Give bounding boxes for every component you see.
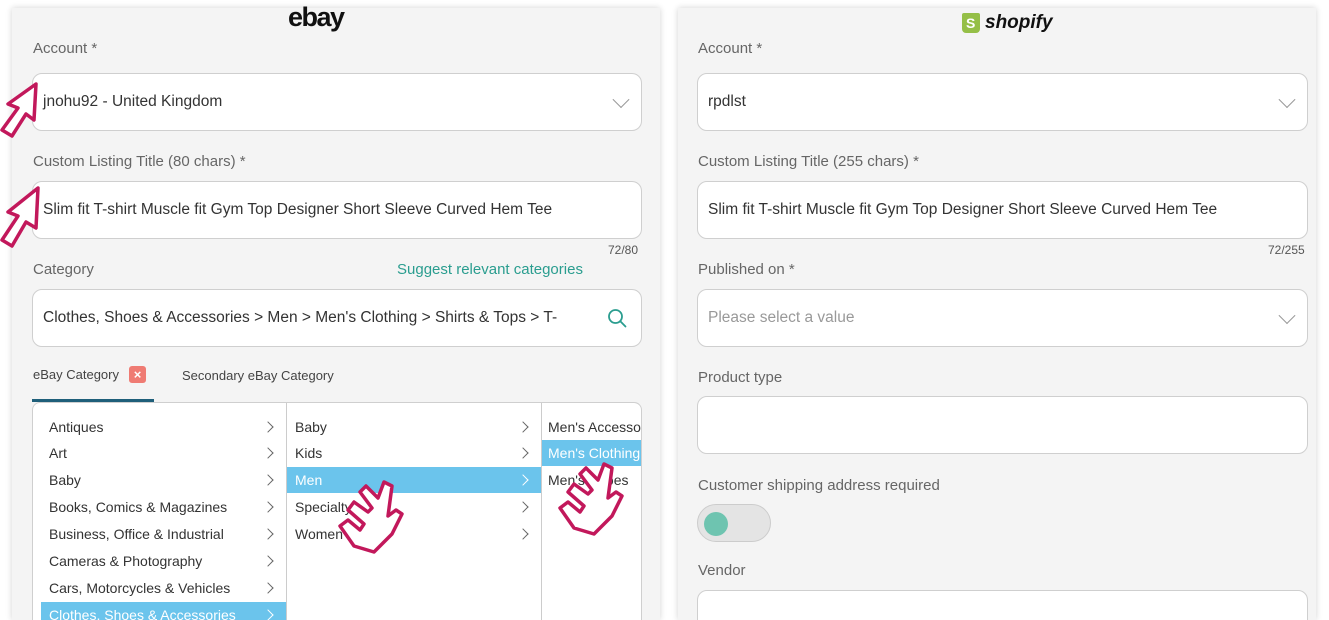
- chevron-right-icon: [517, 501, 529, 513]
- chevron-right-icon: [262, 528, 274, 540]
- ebay-account-value: jnohu92 - United Kingdom: [43, 93, 223, 110]
- shopify-account-label: Account *: [698, 40, 763, 57]
- chevron-right-icon: [517, 447, 529, 459]
- toggle-knob: [704, 512, 728, 536]
- close-icon[interactable]: ×: [129, 366, 146, 383]
- ebay-category-label: Category: [33, 261, 94, 278]
- published-on-placeholder: Please select a value: [708, 309, 855, 326]
- pointer-hand-icon: [558, 462, 624, 536]
- chevron-right-icon: [517, 474, 529, 486]
- chevron-right-icon: [262, 474, 274, 486]
- category-item-selected[interactable]: Clothes, Shoes & Accessories: [41, 602, 286, 620]
- category-item[interactable]: Men's Accessories: [542, 414, 641, 440]
- ebay-account-label: Account *: [33, 40, 98, 57]
- vendor-input[interactable]: [697, 590, 1308, 620]
- chevron-right-icon: [262, 501, 274, 513]
- shipping-required-label: Customer shipping address required: [698, 477, 940, 494]
- shopify-title-counter: 72/255: [1268, 243, 1305, 257]
- tab-ebay-category[interactable]: eBay Category ×: [33, 366, 146, 383]
- category-item[interactable]: Baby: [41, 467, 286, 493]
- category-item[interactable]: Antiques: [41, 414, 286, 440]
- chevron-right-icon: [517, 528, 529, 540]
- suggest-categories-link[interactable]: Suggest relevant categories: [397, 261, 583, 278]
- chevron-right-icon: [262, 609, 274, 620]
- category-item[interactable]: Business, Office & Industrial: [41, 521, 286, 547]
- chevron-right-icon: [517, 421, 529, 433]
- pointer-hand-icon: [338, 480, 404, 554]
- shopify-logo: shopify: [962, 10, 1053, 36]
- chevron-down-icon: [1278, 91, 1296, 109]
- shopify-title-label: Custom Listing Title (255 chars) *: [698, 153, 919, 170]
- ebay-account-select[interactable]: jnohu92 - United Kingdom: [32, 73, 642, 131]
- ebay-title-input[interactable]: Slim fit T-shirt Muscle fit Gym Top Desi…: [32, 181, 642, 239]
- published-on-select[interactable]: Please select a value: [697, 289, 1308, 347]
- chevron-down-icon: [612, 91, 630, 109]
- chevron-right-icon: [262, 555, 274, 567]
- category-item[interactable]: Art: [41, 440, 286, 466]
- category-item[interactable]: Baby: [287, 414, 541, 440]
- published-on-label: Published on *: [698, 261, 795, 278]
- ebay-category-search[interactable]: Clothes, Shoes & Accessories > Men > Men…: [32, 289, 642, 347]
- ebay-title-counter: 72/80: [608, 243, 639, 257]
- chevron-right-icon: [262, 582, 274, 594]
- product-type-input[interactable]: [697, 396, 1308, 454]
- category-column-2: Baby Kids Men Specialty Women: [287, 403, 542, 620]
- product-type-label: Product type: [698, 369, 783, 386]
- tab-secondary-ebay-category[interactable]: Secondary eBay Category: [182, 368, 334, 383]
- category-item[interactable]: Cameras & Photography: [41, 548, 286, 574]
- shopify-account-select[interactable]: rpdlst: [697, 73, 1308, 131]
- vendor-label: Vendor: [698, 562, 746, 579]
- shopify-title-value: Slim fit T-shirt Muscle fit Gym Top Desi…: [708, 201, 1218, 218]
- ebay-logo: ebay: [288, 2, 345, 32]
- category-item[interactable]: Women: [287, 521, 541, 547]
- category-column-1: Antiques Art Baby Books, Comics & Magazi…: [33, 403, 287, 620]
- chevron-right-icon: [262, 421, 274, 433]
- shipping-required-toggle[interactable]: [697, 504, 771, 542]
- chevron-right-icon: [262, 447, 274, 459]
- pointer-arrow-icon: [0, 82, 38, 138]
- category-item[interactable]: Kids: [287, 440, 541, 466]
- shopify-bag-icon: [962, 13, 980, 33]
- search-icon[interactable]: [607, 308, 627, 328]
- category-item[interactable]: Books, Comics & Magazines: [41, 494, 286, 520]
- category-item[interactable]: Cars, Motorcycles & Vehicles: [41, 575, 286, 601]
- chevron-down-icon: [1278, 307, 1296, 325]
- ebay-category-value: Clothes, Shoes & Accessories > Men > Men…: [43, 309, 558, 326]
- shopify-account-value: rpdlst: [708, 93, 746, 110]
- ebay-title-label: Custom Listing Title (80 chars) *: [33, 153, 246, 170]
- tab-ebay-category-label: eBay Category: [33, 367, 119, 382]
- pointer-arrow-icon: [0, 186, 40, 248]
- tab-secondary-label: Secondary eBay Category: [182, 368, 334, 383]
- category-item-selected[interactable]: Men: [287, 467, 541, 493]
- category-item[interactable]: Specialty: [287, 494, 541, 520]
- ebay-title-value: Slim fit T-shirt Muscle fit Gym Top Desi…: [43, 201, 553, 218]
- shopify-title-input[interactable]: Slim fit T-shirt Muscle fit Gym Top Desi…: [697, 181, 1308, 239]
